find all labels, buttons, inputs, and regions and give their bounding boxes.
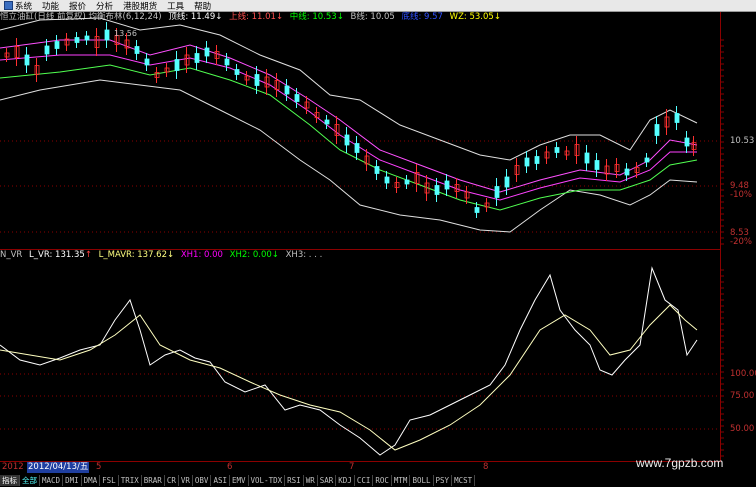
candle-body — [294, 94, 300, 102]
tab-vol-tdx[interactable]: VOL-TDX — [249, 475, 286, 486]
sub-indicator-bar: N_VR L_VR: 131.35↑ L_MAVR: 137.62↓ XH1: … — [0, 250, 326, 261]
l-vr-value: L_VR: 131.35 — [29, 250, 85, 260]
xh2-value: XH2: 0.00 — [229, 250, 272, 260]
price-label-10-53: 10.53 — [730, 136, 755, 146]
b-line — [0, 54, 697, 201]
tab-wr[interactable]: WR — [304, 475, 318, 486]
l-vr-arrow: ↑ — [84, 250, 92, 260]
l-mavr-arrow: ↓ — [167, 250, 175, 260]
candle-body — [194, 53, 200, 63]
axis-divider — [720, 12, 721, 462]
candle-body — [554, 147, 560, 153]
tab-vr[interactable]: VR — [179, 475, 193, 486]
candle-body — [104, 29, 110, 41]
tab-mtm[interactable]: MTM — [392, 475, 411, 486]
candle-body — [404, 179, 410, 185]
candle-body — [84, 35, 90, 41]
tab-brar[interactable]: BRAR — [142, 475, 165, 486]
candle-body — [384, 176, 390, 184]
tab-cci[interactable]: CCI — [355, 475, 374, 486]
tab-dmi[interactable]: DMI — [63, 475, 82, 486]
month-8: 8 — [483, 462, 489, 472]
tab-cr[interactable]: CR — [165, 475, 179, 486]
candle-body — [434, 185, 440, 195]
tab-macd[interactable]: MACD — [40, 475, 64, 486]
tab-kdj[interactable]: KDJ — [336, 475, 355, 486]
xh2-arrow: ↓ — [271, 250, 279, 260]
candle-body — [224, 58, 230, 66]
tab-emv[interactable]: EMV — [230, 475, 249, 486]
pct-label-10: -10% — [730, 190, 752, 200]
lower-band-line — [0, 79, 698, 233]
candle-body — [594, 160, 600, 170]
candle-body — [24, 54, 30, 66]
upper-line — [0, 39, 698, 193]
candle-body — [134, 46, 140, 54]
candle-body — [494, 186, 500, 198]
tab-psy[interactable]: PSY — [434, 475, 453, 486]
high-marker: 13.56 — [114, 29, 137, 38]
tab-指标[interactable]: 指标 — [0, 475, 20, 486]
tab-mcst[interactable]: MCST — [452, 475, 476, 486]
tab-sar[interactable]: SAR — [318, 475, 337, 486]
tab-fsl[interactable]: FSL — [100, 475, 119, 486]
xh1-value: XH1: 0.00 — [180, 250, 223, 260]
xh3-value: XH3: . . . — [285, 250, 323, 260]
vr-name: N_VR — [0, 250, 23, 260]
candle-body — [524, 157, 530, 167]
year-label: 2012 — [2, 462, 24, 472]
candle-body — [54, 41, 60, 49]
vr-label-50: 50.00 — [730, 424, 755, 434]
candle-body — [584, 152, 590, 164]
indicator-tabs: 指标 全部 MACD DMI DMA FSL TRIX BRAR CR VR OBV ASI EMV VO… — [0, 474, 756, 487]
price-chart[interactable] — [0, 0, 756, 487]
tab-dma[interactable]: DMA — [82, 475, 101, 486]
vr-label-75: 75.00 — [730, 391, 755, 401]
candle-body — [674, 113, 680, 123]
candle-body — [324, 119, 330, 125]
candle-body — [374, 166, 380, 174]
candle-body — [644, 157, 650, 163]
tab-rsi[interactable]: RSI — [285, 475, 304, 486]
tab-roc[interactable]: ROC — [373, 475, 392, 486]
candle-body — [44, 45, 50, 55]
candle-body — [504, 176, 510, 188]
candle-body — [174, 59, 180, 71]
tab-全部[interactable]: 全部 — [20, 475, 40, 486]
candle-body — [74, 37, 80, 43]
candle-body — [204, 47, 210, 57]
watermark: www.7gpzb.com — [636, 456, 724, 470]
tab-asi[interactable]: ASI — [211, 475, 230, 486]
vr-line — [0, 266, 698, 456]
month-6: 6 — [227, 462, 233, 472]
candle-body — [444, 180, 450, 190]
candle-body — [354, 143, 360, 153]
mavr-line — [0, 304, 698, 451]
tab-boll[interactable]: BOLL — [410, 475, 434, 486]
month-5: 5 — [96, 462, 102, 472]
candle-body — [234, 69, 240, 75]
month-7: 7 — [349, 462, 355, 472]
candle-body — [684, 137, 690, 147]
vr-label-100: 100.00 — [730, 369, 756, 379]
current-date: 2012/04/13/五 — [27, 462, 90, 473]
pct-label-20: -20% — [730, 237, 752, 247]
candle-body — [474, 207, 480, 213]
candle-body — [254, 74, 260, 86]
l-mavr-value: L_MAVR: 137.62 — [98, 250, 167, 260]
candle-body — [144, 58, 150, 66]
tab-obv[interactable]: OBV — [193, 475, 212, 486]
candle-body — [624, 168, 630, 176]
candle-body — [284, 85, 290, 95]
tab-trix[interactable]: TRIX — [119, 475, 142, 486]
candle-body — [344, 134, 350, 146]
candle-body — [654, 124, 660, 136]
candle-body — [534, 156, 540, 164]
